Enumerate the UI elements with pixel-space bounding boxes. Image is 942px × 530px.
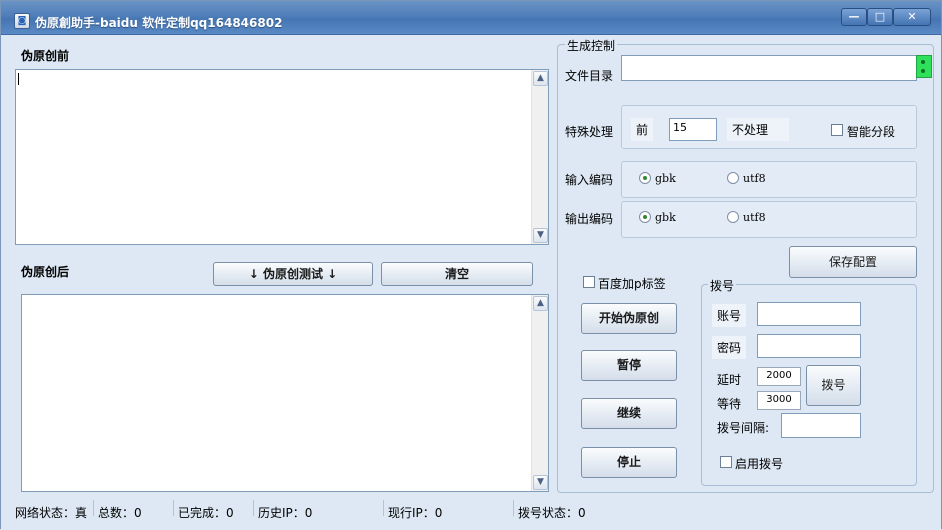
input-utf8-label: utf8 — [743, 172, 766, 185]
after-label: 伪原创后 — [21, 265, 70, 279]
scroll-down-icon[interactable]: ▼ — [533, 228, 548, 243]
special-label: 特殊处理 — [565, 125, 614, 139]
account-label: 账号 — [712, 304, 747, 327]
dir-label: 文件目录 — [565, 69, 614, 83]
generate-group-title: 生成控制 — [565, 37, 618, 54]
output-gbk-radio[interactable] — [639, 211, 651, 223]
before-textarea[interactable]: ▲ ▼ — [15, 69, 549, 245]
status-divider — [173, 500, 174, 516]
app-icon: ◙ — [14, 13, 30, 29]
interval-input[interactable] — [781, 413, 861, 438]
status-divider — [383, 500, 384, 516]
pause-button[interactable]: 暂停 — [581, 350, 677, 381]
status-done: 已完成：0 — [178, 506, 234, 520]
output-encoding-label: 输出编码 — [565, 212, 614, 226]
baidu-tag-label: 百度加p标签 — [598, 277, 666, 291]
status-divider — [253, 500, 254, 516]
status-divider — [513, 500, 514, 516]
no-process-label: 不处理 — [727, 118, 789, 141]
input-gbk-label: gbk — [655, 172, 676, 185]
status-history-ip: 历史IP：0 — [258, 506, 313, 520]
start-button[interactable]: 开始伪原创 — [581, 303, 677, 334]
delay-input[interactable]: 2000 — [757, 367, 801, 386]
input-encoding-label: 输入编码 — [565, 173, 614, 187]
interval-label: 拨号间隔: — [717, 421, 770, 435]
baidu-tag-checkbox[interactable] — [583, 276, 595, 288]
wait-input[interactable]: 3000 — [757, 391, 801, 410]
status-total: 总数：0 — [98, 506, 142, 520]
text-caret — [18, 73, 19, 85]
input-utf8-radio[interactable] — [727, 172, 739, 184]
enable-dial-label: 启用拨号 — [735, 457, 784, 471]
front-label: 前 — [631, 118, 654, 141]
before-label: 伪原创前 — [21, 49, 70, 63]
status-current-ip: 现行IP：0 — [388, 506, 443, 520]
dial-button[interactable]: 拨号 — [806, 365, 861, 406]
output-gbk-label: gbk — [655, 211, 676, 224]
smart-split-label: 智能分段 — [847, 125, 896, 139]
main-window: ◙ 伪原創助手-baidu 软件定制qq164846802 — □ ✕ 伪原创前… — [0, 0, 942, 530]
clear-button[interactable]: 清空 — [381, 262, 533, 286]
front-input[interactable]: 15 — [669, 118, 717, 141]
password-label: 密码 — [712, 336, 747, 359]
window-title: 伪原創助手-baidu 软件定制qq164846802 — [35, 16, 283, 30]
scroll-up-icon[interactable]: ▲ — [533, 296, 548, 311]
stop-button[interactable]: 停止 — [581, 447, 677, 478]
input-gbk-radio[interactable] — [639, 172, 651, 184]
resume-button[interactable]: 继续 — [581, 398, 677, 429]
status-dial: 拨号状态：0 — [518, 506, 586, 520]
output-utf8-radio[interactable] — [727, 211, 739, 223]
test-button[interactable]: ↓ 伪原创测试 ↓ — [213, 262, 373, 286]
output-utf8-label: utf8 — [743, 211, 766, 224]
wait-label: 等待 — [717, 397, 742, 411]
password-input[interactable] — [757, 334, 861, 358]
account-input[interactable] — [757, 302, 861, 326]
close-button[interactable]: ✕ — [893, 8, 931, 26]
after-textarea[interactable]: ▲ ▼ — [21, 294, 549, 492]
after-scrollbar[interactable]: ▲ ▼ — [531, 295, 548, 491]
status-divider — [93, 500, 94, 516]
status-network: 网络状态：真 — [15, 506, 88, 520]
title-bar[interactable]: ◙ 伪原創助手-baidu 软件定制qq164846802 — □ ✕ — [1, 1, 941, 35]
enable-dial-checkbox[interactable] — [720, 456, 732, 468]
before-scrollbar[interactable]: ▲ ▼ — [531, 70, 548, 244]
save-config-button[interactable]: 保存配置 — [789, 246, 917, 278]
maximize-button[interactable]: □ — [867, 8, 893, 26]
status-indicator-icon — [916, 55, 932, 78]
scroll-down-icon[interactable]: ▼ — [533, 475, 548, 490]
smart-split-checkbox[interactable] — [831, 124, 843, 136]
scroll-up-icon[interactable]: ▲ — [533, 71, 548, 86]
dialup-group-title: 拨号 — [708, 277, 737, 294]
minimize-button[interactable]: — — [841, 8, 867, 26]
dir-input[interactable] — [621, 55, 917, 81]
delay-label: 延时 — [717, 373, 742, 387]
status-bar — [1, 497, 941, 530]
